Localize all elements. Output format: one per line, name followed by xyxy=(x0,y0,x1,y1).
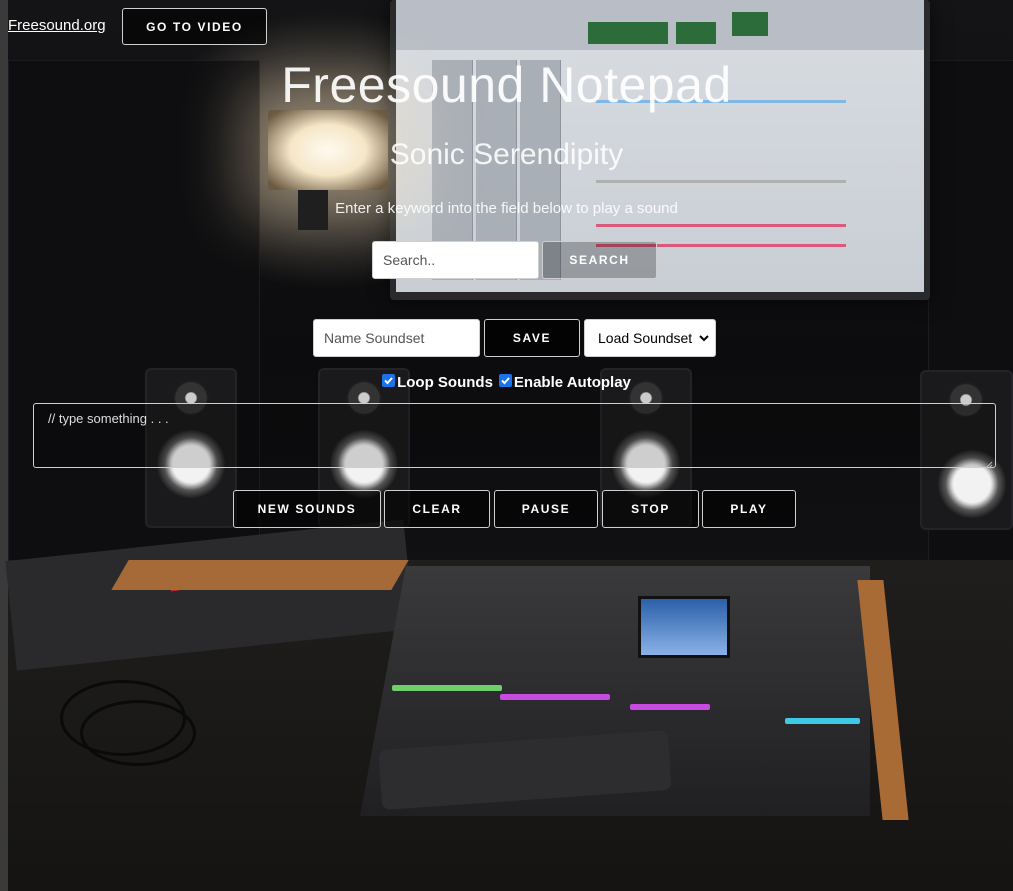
freesound-link[interactable]: Freesound.org xyxy=(8,17,106,34)
loop-option: Loop Sounds xyxy=(382,374,493,391)
loop-checkbox[interactable] xyxy=(382,374,396,387)
save-button[interactable]: SAVE xyxy=(484,319,580,357)
go-to-video-button[interactable]: GO TO VIDEO xyxy=(122,8,267,45)
page-subtitle: Sonic Serendipity xyxy=(389,138,624,171)
checkmark-icon xyxy=(384,377,393,385)
load-soundset-value: Load Soundset xyxy=(598,330,693,346)
app-ui: Freesound.org GO TO VIDEO Freesound Note… xyxy=(0,0,1013,891)
loop-label: Loop Sounds xyxy=(397,374,493,391)
autoplay-checkbox[interactable] xyxy=(498,374,512,387)
notepad-placeholder: // type something . . . xyxy=(48,411,169,426)
checkmark-icon xyxy=(501,377,510,385)
new-sounds-button[interactable]: NEW SOUNDS xyxy=(233,490,381,528)
autoplay-label: Enable Autoplay xyxy=(513,374,631,391)
search-button[interactable]: SEARCH xyxy=(542,241,657,279)
play-button[interactable]: PLAY xyxy=(702,490,796,528)
page-title: Freesound Notepad xyxy=(281,57,732,113)
autoplay-option: Enable Autoplay xyxy=(498,374,631,391)
page: Freesound.org GO TO VIDEO Freesound Note… xyxy=(0,0,1013,891)
load-soundset-select[interactable]: Load Soundset xyxy=(584,319,716,357)
soundset-name-input[interactable] xyxy=(313,319,480,357)
pause-button[interactable]: PAUSE xyxy=(494,490,598,528)
resize-handle-icon[interactable] xyxy=(985,457,993,469)
clear-button[interactable]: CLEAR xyxy=(384,490,490,528)
chevron-down-icon xyxy=(697,329,711,347)
options-row: Loop Sounds Enable Autoplay xyxy=(0,374,1013,391)
search-input[interactable] xyxy=(372,241,539,279)
stop-button[interactable]: STOP xyxy=(602,490,699,528)
notepad-textarea[interactable]: // type something . . . xyxy=(33,403,996,469)
instructions-text: Enter a keyword into the field below to … xyxy=(335,200,678,217)
